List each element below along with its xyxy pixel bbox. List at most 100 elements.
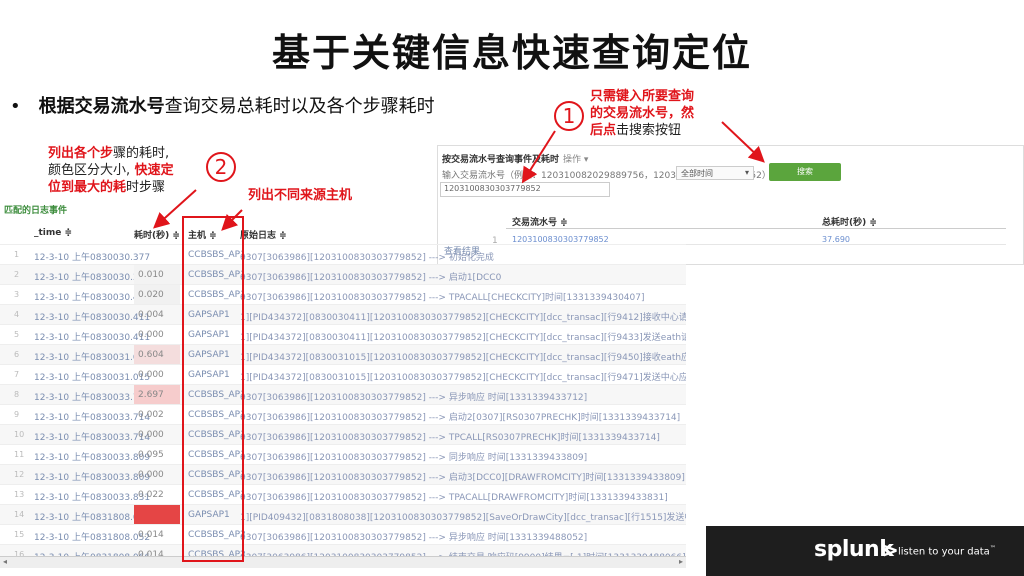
event-duration: 0.004 — [138, 310, 164, 320]
table-row[interactable]: 3 12-3-10 上午0830030.407 0.020 CCBSBS_AP1 030… — [0, 284, 686, 304]
event-raw-log[interactable]: 0307[3063986][120310083030377985​2] --->… — [240, 390, 587, 403]
events-label: 匹配的日志事件 — [4, 206, 68, 216]
row-number: 3 — [14, 290, 20, 299]
bullet-dot: • — [10, 96, 21, 117]
table-row[interactable]: 12 12-3-10 上午0830033.809 0.000 CCBSBS_AP1 03… — [0, 464, 686, 484]
event-duration: 0.010 — [134, 265, 180, 284]
event-time[interactable]: 12-3-10 上午0830030.387 — [34, 270, 150, 283]
col-total-header[interactable]: 总耗时(秒) ≑ — [822, 215, 877, 228]
table-row[interactable]: 1 12-3-10 上午0830030.377 CCBSBS_AP1 0307[306… — [0, 244, 686, 264]
callout-1-line-2: 的交易流水号，然 — [590, 106, 695, 121]
callout-2-line-1b: 骤的耗时, — [113, 146, 170, 161]
row-number: 12 — [14, 470, 25, 479]
row-number: 8 — [14, 390, 20, 399]
row-number: 15 — [14, 530, 25, 539]
event-table: _time ≑ 耗时(秒) ≑ 主机 ≑ 原始日志 ≑ 1 12-3-10 上午0… — [0, 222, 686, 568]
event-time[interactable]: 12-3-10 上午0831808.038 — [34, 510, 150, 523]
slide-title: 基于关键信息快速查询定位 — [271, 31, 752, 75]
splunk-logo-bar: splunk > listen to your data™ — [706, 526, 1024, 576]
event-time[interactable]: 12-3-10 上午0830030.411 — [34, 330, 150, 343]
event-duration: 2.697 — [134, 385, 180, 404]
row-total[interactable]: 37.690 — [822, 235, 850, 244]
event-time[interactable]: 12-3-10 上午0830030.407 — [34, 290, 150, 303]
time-range-select[interactable]: 全部时间 ▾ — [676, 166, 754, 180]
actions-menu[interactable]: 操作 ▾ — [563, 155, 588, 165]
callout-1-line-3b: 击搜索按钮 — [616, 123, 682, 138]
search-panel-title: 按交易流水号查询事件及耗时 操作 ▾ — [442, 155, 589, 165]
row-number: 7 — [14, 370, 20, 379]
col-time-header[interactable]: _time ≑ — [34, 228, 72, 238]
event-raw-log[interactable]: 0307[3063986][120310083030377985​2] --->… — [240, 270, 501, 283]
event-time[interactable]: 12-3-10 上午0830033.809 — [34, 470, 150, 483]
event-raw-log[interactable]: 1][PID434372][0830031015][12031008303037… — [240, 350, 686, 363]
event-raw-log[interactable]: 0307[3063986][120310083030377985​2] --->… — [240, 410, 680, 423]
col-raw-header[interactable]: 原始日志 ≑ — [240, 228, 287, 241]
txn-id-input[interactable]: 120310083030377985​2 — [440, 182, 610, 197]
table-row[interactable]: 11 12-3-10 上午0830033.809 0.095 CCBSBS_AP1 03… — [0, 444, 686, 464]
event-time[interactable]: 12-3-10 上午0830033.809 — [34, 450, 150, 463]
callout-1-line-1: 只需键入所要查询 — [590, 89, 695, 104]
bullet-line: • 根据交易流水号查询交易总耗时以及各个步骤耗时 — [10, 92, 435, 118]
callout-2-line-3a: 位到最大的耗 — [48, 180, 127, 195]
row-number: 13 — [14, 490, 25, 499]
table-row[interactable]: 9 12-3-10 上午0830033.714 0.002 CCBSBS_AP1 030… — [0, 404, 686, 424]
search-button[interactable]: 搜索 — [769, 163, 841, 181]
chevron-down-icon: ▾ — [744, 168, 749, 177]
splunk-gt-icon: > — [882, 538, 899, 562]
event-raw-log[interactable]: 0307[3063986][120310083030377985​2] --->… — [240, 470, 685, 483]
event-raw-log[interactable]: 0307[3063986][120310083030377985​2] --->… — [240, 250, 494, 263]
row-number: 1 — [14, 250, 20, 259]
table-row[interactable]: 2 12-3-10 上午0830030.387 0.010 CCBSBS_AP1 030… — [0, 264, 686, 284]
event-duration: 0.000 — [138, 330, 164, 340]
event-raw-log[interactable]: 0307[3063986][120310083030377985​2] --->… — [240, 490, 668, 503]
row-number: 14 — [14, 510, 25, 519]
horizontal-scrollbar[interactable]: ◂ ▸ — [0, 556, 686, 568]
table-row[interactable]: 14 12-3-10 上午0831808.038 GAPSAP1 1][PID4094… — [0, 504, 686, 524]
event-time[interactable]: 12-3-10 上午0830033.714 — [34, 410, 150, 423]
table-row[interactable]: 13 12-3-10 上午0830033.831 0.022 CCBSBS_AP1 03… — [0, 484, 686, 504]
row-number: 4 — [14, 310, 20, 319]
callout-1-line-3a: 后点 — [590, 123, 617, 138]
table-row[interactable]: 15 12-3-10 上午0831808.052 0.014 CCBSBS_AP2 03… — [0, 524, 686, 544]
row-number: 5 — [14, 330, 20, 339]
callout-2-line-2b: 快速定 — [130, 163, 174, 178]
scroll-right-icon[interactable]: ▸ — [679, 557, 683, 566]
row-number: 2 — [14, 270, 20, 279]
event-duration: 0.095 — [138, 450, 164, 460]
event-raw-log[interactable]: 1][PID409432][0831808038][12031008303037… — [240, 510, 686, 523]
event-duration: 0.022 — [138, 490, 164, 500]
event-time[interactable]: 12-3-10 上午0830033.714 — [34, 430, 150, 443]
event-time[interactable]: 12-3-10 上午0830033.712 — [34, 390, 150, 403]
event-time[interactable]: 12-3-10 上午0830031.015 — [34, 350, 150, 363]
event-raw-log[interactable]: 0307[3063986][120310083030377985​2] --->… — [240, 530, 587, 543]
callout-2-line-2a: 颜色区分大小, — [48, 163, 131, 178]
event-time[interactable]: 12-3-10 上午0831808.052 — [34, 530, 150, 543]
table-row[interactable]: 5 12-3-10 上午0830030.411 0.000 GAPSAP1 1][PID… — [0, 324, 686, 344]
event-time[interactable]: 12-3-10 上午0830031.015 — [34, 370, 150, 383]
scroll-left-icon[interactable]: ◂ — [3, 557, 7, 566]
event-raw-log[interactable]: 1][PID434372][0830030411][12031008303037… — [240, 330, 686, 343]
row-number: 10 — [14, 430, 25, 439]
table-row[interactable]: 8 12-3-10 上午0830033.712 2.697 CCBSBS_AP1 030… — [0, 384, 686, 404]
table-row[interactable]: 10 12-3-10 上午0830033.714 0.000 CCBSBS_AP1 03… — [0, 424, 686, 444]
table-row[interactable]: 6 12-3-10 上午0830031.015 0.604 GAPSAP1 1][PID… — [0, 344, 686, 364]
callout-hosts: 列出不同来源主机 — [248, 188, 353, 203]
table-row[interactable]: 4 12-3-10 上午0830030.411 0.004 GAPSAP1 1][PID… — [0, 304, 686, 324]
event-raw-log[interactable]: 1][PID434372][0830030411][12031008303037… — [240, 310, 686, 323]
callout-1-line-3: 后点击搜索按钮 — [590, 122, 694, 139]
event-time[interactable]: 12-3-10 上午0830030.377 — [34, 250, 150, 263]
event-duration: 0.000 — [138, 470, 164, 480]
event-duration: 0.604 — [134, 345, 180, 364]
step-2-badge: 2 — [206, 152, 236, 182]
event-raw-log[interactable]: 0307[3063986][120310083030377985​2] --->… — [240, 430, 660, 443]
event-time[interactable]: 12-3-10 上午0830033.831 — [34, 490, 150, 503]
splunk-tagline: listen to your data™ — [898, 545, 996, 558]
event-raw-log[interactable]: 0307[3063986][120310083030377985​2] --->… — [240, 290, 645, 303]
callout-step-1: 只需键入所要查询 的交易流水号，然 后点击搜索按钮 — [590, 88, 694, 139]
table-row[interactable]: 7 12-3-10 上午0830031.015 0.000 GAPSAP1 1][PID… — [0, 364, 686, 384]
event-time[interactable]: 12-3-10 上午0830030.411 — [34, 310, 150, 323]
event-raw-log[interactable]: 0307[3063986][120310083030377985​2] --->… — [240, 450, 587, 463]
col-duration-header[interactable]: 耗时(秒) ≑ — [134, 228, 180, 241]
event-duration: 0.000 — [138, 370, 164, 380]
event-raw-log[interactable]: 1][PID434372][0830031015][12031008303037… — [240, 370, 686, 383]
